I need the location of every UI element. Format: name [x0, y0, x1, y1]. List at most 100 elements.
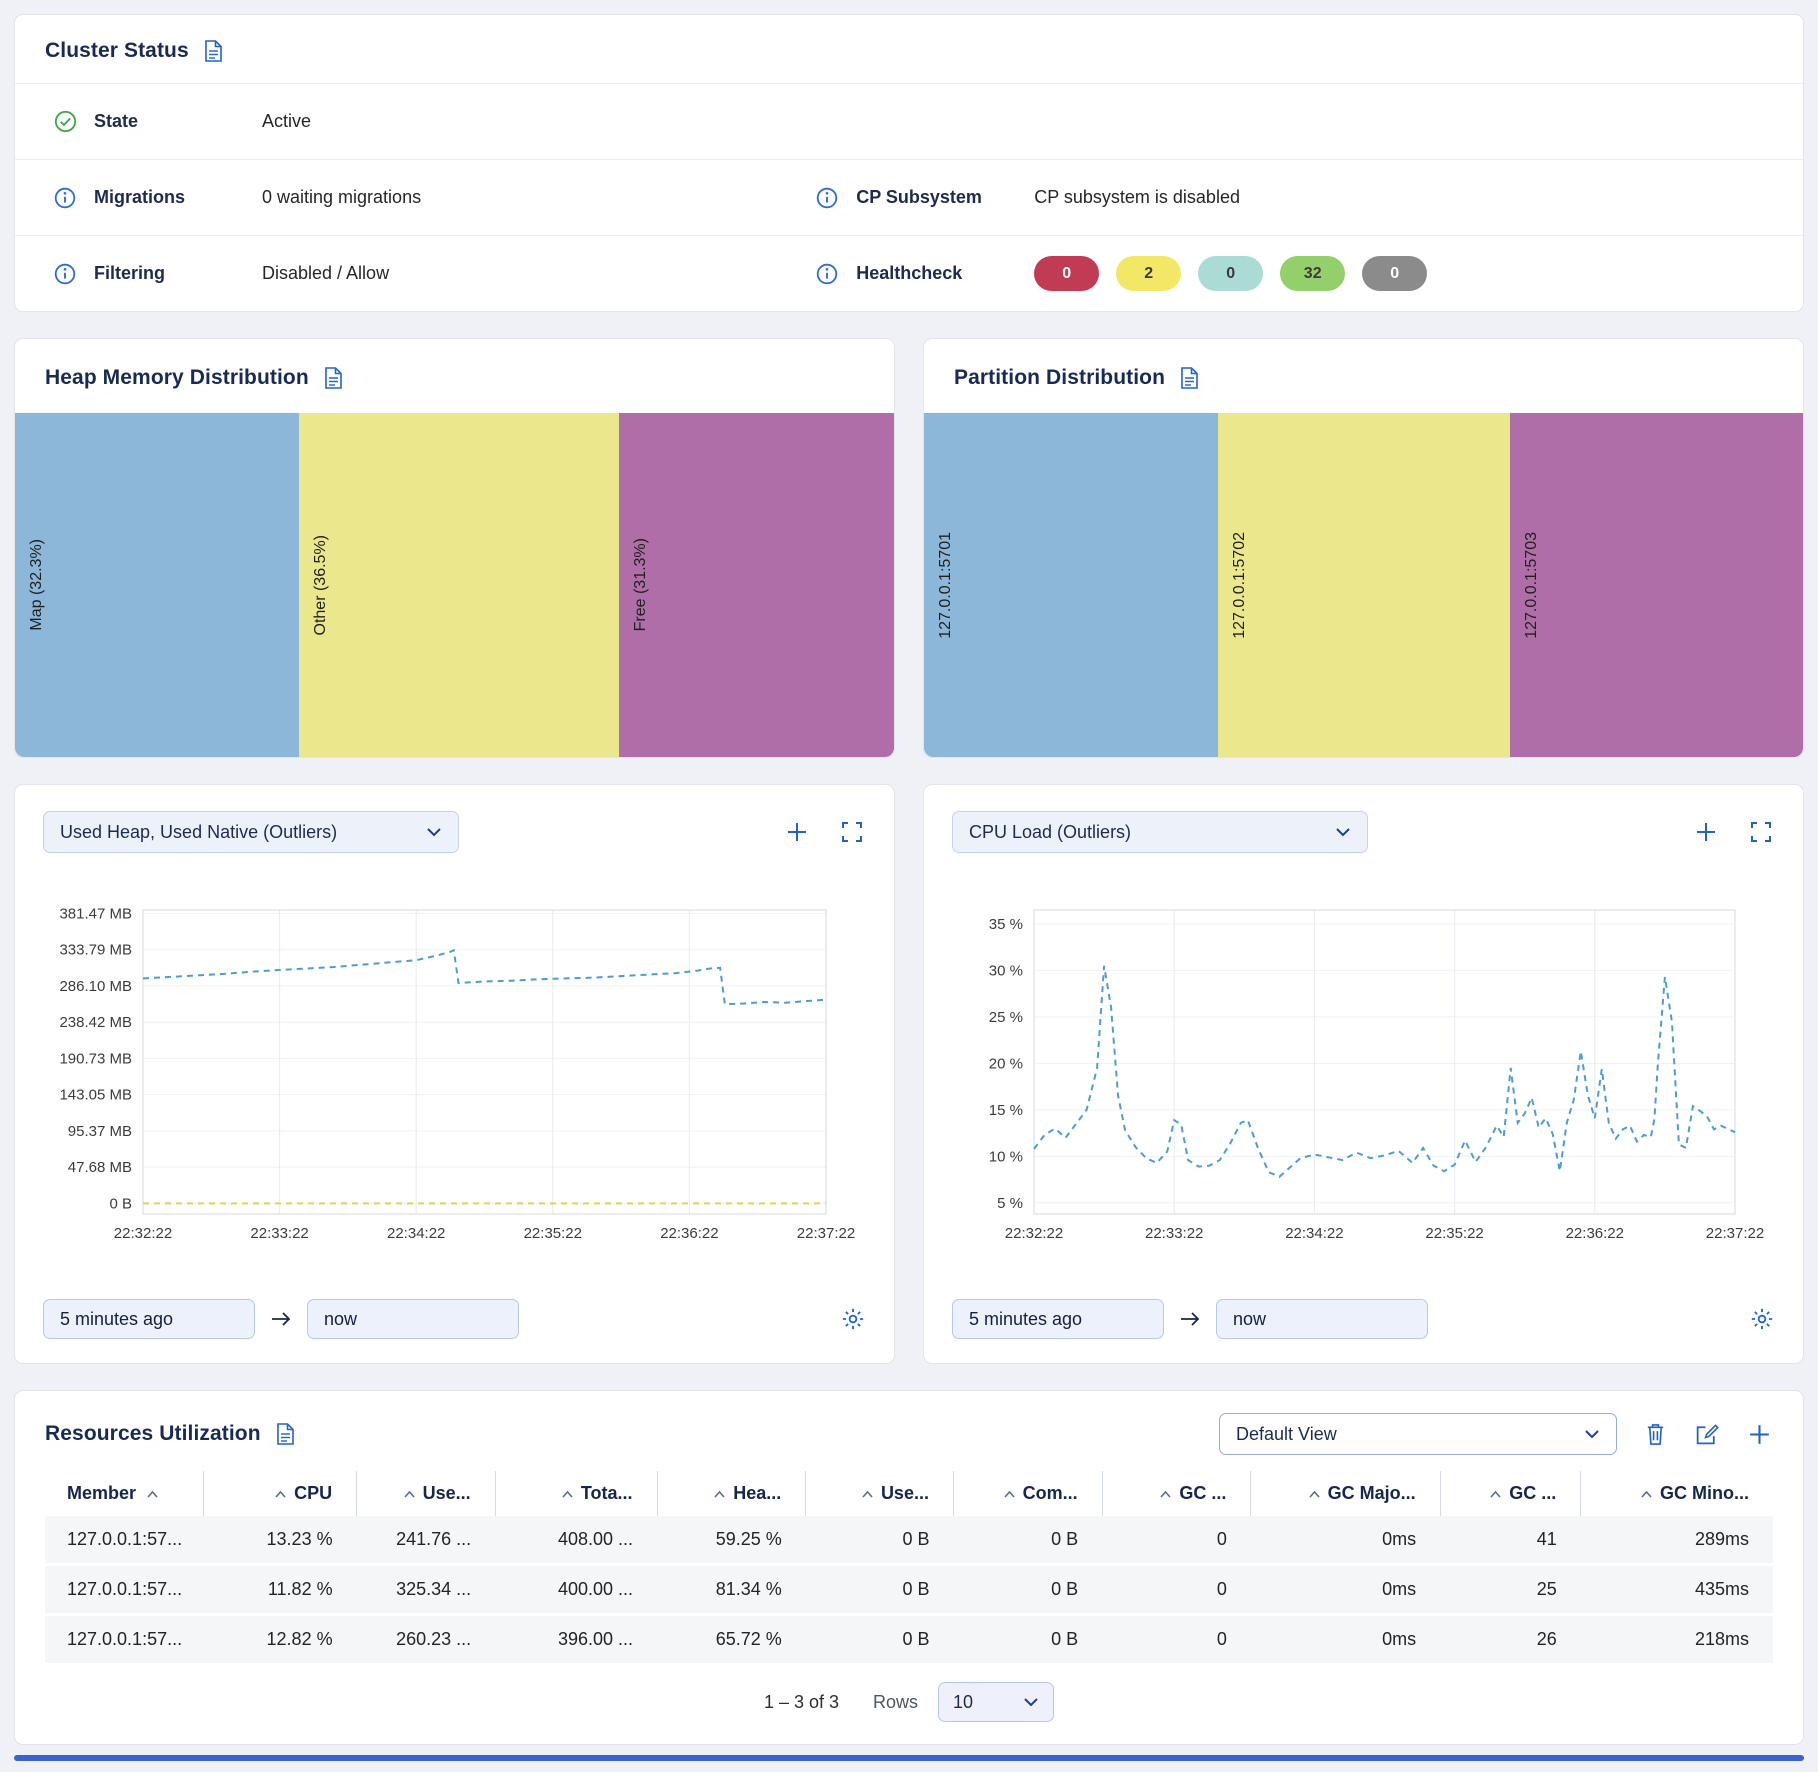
svg-text:22:34:22: 22:34:22: [387, 1225, 445, 1242]
add-chart-button[interactable]: [1693, 819, 1719, 845]
resources-table: Member CPU Use... Tota...Hea... Use... Com...…: [45, 1471, 1773, 1666]
column-header[interactable]: Hea...: [657, 1471, 806, 1516]
distribution-segment[interactable]: Other (36.5%): [299, 413, 620, 757]
svg-text:22:37:22: 22:37:22: [1706, 1225, 1764, 1242]
svg-text:47.68 MB: 47.68 MB: [68, 1159, 132, 1176]
sort-caret-icon: [713, 1490, 726, 1499]
used-heap-chart: 381.47 MB333.79 MB286.10 MB238.42 MB190.…: [43, 898, 866, 1254]
svg-text:0 B: 0 B: [109, 1195, 132, 1212]
table-row[interactable]: 127.0.0.1:57...13.23 %241.76 ...408.00 .…: [45, 1516, 1773, 1565]
docs-link-button[interactable]: [276, 1423, 295, 1445]
table-cell: 241.76 ...: [357, 1516, 496, 1565]
state-label: State: [94, 111, 262, 132]
column-header[interactable]: GC ...: [1102, 1471, 1251, 1516]
docs-link-button[interactable]: [1180, 367, 1199, 389]
docs-link-button[interactable]: [324, 367, 343, 389]
plus-icon: [1693, 819, 1719, 845]
pagination: 1 – 3 of 3 Rows 10: [45, 1666, 1773, 1734]
delete-view-button[interactable]: [1644, 1421, 1667, 1447]
chart-settings-button[interactable]: [1749, 1306, 1775, 1332]
time-to-input[interactable]: [1216, 1299, 1428, 1339]
sort-caret-icon: [561, 1490, 574, 1499]
column-header-label: CPU: [294, 1483, 332, 1503]
column-header[interactable]: Use...: [806, 1471, 954, 1516]
svg-text:22:35:22: 22:35:22: [1425, 1225, 1483, 1242]
docs-link-button[interactable]: [204, 40, 223, 62]
healthcheck-status-badge[interactable]: 2: [1116, 256, 1181, 291]
healthcheck-status-badge[interactable]: 0: [1198, 256, 1263, 291]
fullscreen-button[interactable]: [1749, 820, 1773, 844]
distribution-segment[interactable]: 127.0.0.1:5703: [1510, 413, 1803, 757]
column-header[interactable]: Use...: [357, 1471, 496, 1516]
svg-text:190.73 MB: 190.73 MB: [59, 1050, 132, 1067]
table-row[interactable]: 127.0.0.1:57...11.82 %325.34 ...400.00 .…: [45, 1565, 1773, 1615]
healthcheck-status-badge[interactable]: 0: [1034, 256, 1099, 291]
svg-text:30 %: 30 %: [989, 962, 1023, 979]
table-cell: 408.00 ...: [495, 1516, 657, 1565]
info-icon[interactable]: [53, 262, 80, 286]
distribution-segment[interactable]: 127.0.0.1:5702: [1218, 413, 1511, 757]
table-cell: 0: [1102, 1615, 1251, 1665]
state-value: Active: [262, 111, 311, 132]
column-header[interactable]: Com...: [953, 1471, 1102, 1516]
segment-label: Free (31.3%): [632, 538, 650, 631]
time-from-input[interactable]: [43, 1299, 255, 1339]
cp-subsystem-value: CP subsystem is disabled: [1034, 187, 1240, 208]
column-header[interactable]: GC ...: [1440, 1471, 1581, 1516]
healthcheck-label: Healthcheck: [856, 263, 1034, 284]
filtering-value: Disabled / Allow: [262, 263, 389, 284]
fullscreen-button[interactable]: [840, 820, 864, 844]
migrations-value: 0 waiting migrations: [262, 187, 421, 208]
edit-view-button[interactable]: [1694, 1422, 1719, 1447]
svg-text:286.10 MB: 286.10 MB: [59, 978, 132, 995]
column-header[interactable]: GC Mino...: [1581, 1471, 1773, 1516]
healthcheck-status-badge[interactable]: 32: [1280, 256, 1345, 291]
table-cell: 127.0.0.1:57...: [45, 1516, 204, 1565]
column-header[interactable]: GC Majo...: [1251, 1471, 1440, 1516]
svg-text:238.42 MB: 238.42 MB: [59, 1014, 132, 1031]
check-circle-icon: [53, 109, 80, 134]
table-header-row: Member CPU Use... Tota...Hea... Use... Com...…: [45, 1471, 1773, 1516]
chevron-down-icon: [1584, 1429, 1600, 1439]
info-icon[interactable]: [53, 186, 80, 210]
metric-selector[interactable]: Used Heap, Used Native (Outliers): [43, 811, 459, 853]
info-icon[interactable]: [815, 186, 842, 210]
distribution-segment[interactable]: 127.0.0.1:5701: [924, 413, 1218, 757]
time-to-input[interactable]: [307, 1299, 519, 1339]
column-header[interactable]: Member: [45, 1471, 204, 1516]
chevron-down-icon: [1335, 827, 1351, 837]
column-header-label: Use...: [423, 1483, 471, 1503]
table-cell: 127.0.0.1:57...: [45, 1615, 204, 1665]
metric-selector[interactable]: CPU Load (Outliers): [952, 811, 1368, 853]
column-header-label: Use...: [881, 1483, 929, 1503]
state-row: State Active: [15, 83, 1803, 159]
sort-caret-icon: [403, 1490, 416, 1499]
chart-settings-button[interactable]: [840, 1306, 866, 1332]
resources-title: Resources Utilization: [45, 1422, 261, 1446]
filtering-health-row: Filtering Disabled / Allow Healthcheck 0…: [15, 235, 1803, 311]
trash-icon: [1644, 1421, 1667, 1447]
healthcheck-status-badge[interactable]: 0: [1362, 256, 1427, 291]
svg-text:22:33:22: 22:33:22: [1145, 1225, 1203, 1242]
cluster-status-title: Cluster Status: [45, 39, 189, 63]
column-header[interactable]: CPU: [204, 1471, 357, 1516]
svg-text:20 %: 20 %: [989, 1055, 1023, 1072]
cpu-load-chart: 35 %30 %25 %20 %15 %10 %5 %22:32:2222:33…: [952, 898, 1775, 1254]
time-from-input[interactable]: [952, 1299, 1164, 1339]
column-header[interactable]: Tota...: [495, 1471, 657, 1516]
svg-text:22:36:22: 22:36:22: [660, 1225, 718, 1242]
distribution-segment[interactable]: Map (32.3%): [15, 413, 299, 757]
svg-text:22:32:22: 22:32:22: [114, 1225, 172, 1242]
gear-icon: [840, 1306, 866, 1332]
view-selector[interactable]: Default View: [1219, 1413, 1617, 1455]
heap-distribution-title: Heap Memory Distribution: [45, 366, 309, 390]
info-icon[interactable]: [815, 262, 842, 286]
add-view-button[interactable]: [1746, 1421, 1773, 1448]
table-row[interactable]: 127.0.0.1:57...12.82 %260.23 ...396.00 .…: [45, 1615, 1773, 1665]
segment-label: 127.0.0.1:5702: [1231, 532, 1249, 639]
rows-per-page-selector[interactable]: 10: [938, 1682, 1054, 1722]
distribution-segment[interactable]: Free (31.3%): [619, 413, 894, 757]
column-header-label: Member: [67, 1483, 136, 1503]
add-chart-button[interactable]: [784, 819, 810, 845]
sort-caret-icon: [861, 1490, 874, 1499]
